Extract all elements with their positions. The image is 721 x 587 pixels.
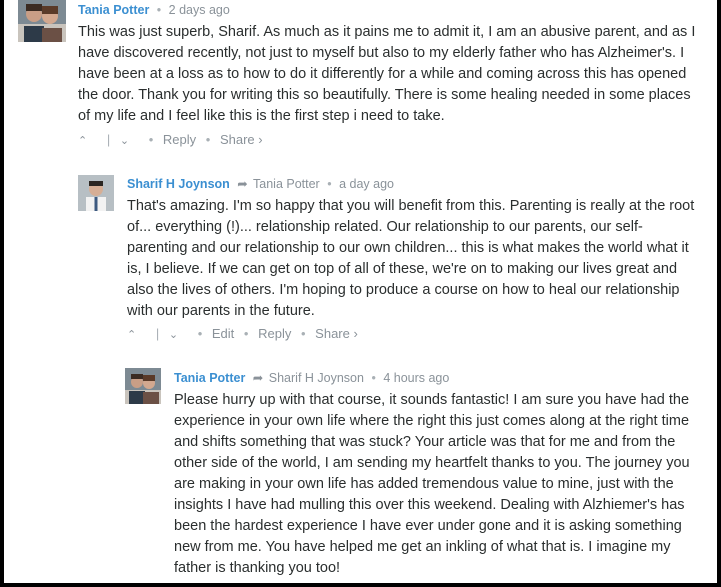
comment-text: That's amazing. I'm so happy that you wi… [127,198,695,319]
reply-arrow-icon: ➦ [237,177,248,191]
reply-to-author[interactable]: Tania Potter [253,177,320,191]
comment-time[interactable]: 2 days ago [169,3,230,17]
comment-actions: ⌃ | ⌄ • Reply • Share › [78,132,263,147]
avatar[interactable] [125,368,161,404]
comment-thread: Tania Potter • 2 days ago This was just … [4,0,717,583]
separator-dot: • [156,3,162,17]
separator-dot: | [106,132,111,147]
avatar[interactable] [78,175,114,211]
edit-button[interactable]: Edit [212,326,234,341]
separator-dot: • [197,326,203,341]
separator-dot: • [205,132,211,147]
comment-author[interactable]: Tania Potter [174,371,245,385]
comment-text: Please hurry up with that course, it sou… [174,392,690,576]
comment-text: This was just superb, Sharif. As much as… [78,24,696,124]
reply-to-author[interactable]: Sharif H Joynson [269,371,364,385]
share-button[interactable]: Share › [315,326,358,341]
comment-meta: Tania Potter • 2 days ago [78,3,230,17]
comment-body: That's amazing. I'm so happy that you wi… [127,196,695,322]
comment-body: This was just superb, Sharif. As much as… [78,22,698,127]
comment-actions: ⌃ | ⌄ • Edit • Reply • Share › [127,326,358,341]
comment-author[interactable]: Sharif H Joynson [127,177,230,191]
chevron-up-icon[interactable]: ⌃ [78,135,87,147]
reply-button[interactable]: Reply [163,132,196,147]
separator-dot: • [327,177,332,191]
chevron-down-icon[interactable]: ⌄ [169,329,178,341]
comment-meta: Tania Potter ➦ Sharif H Joynson • 4 hour… [174,370,449,385]
comment-time[interactable]: a day ago [339,177,394,191]
comment-time[interactable]: 4 hours ago [383,371,449,385]
share-button[interactable]: Share › [220,132,263,147]
comment-meta: Sharif H Joynson ➦ Tania Potter • a day … [127,176,394,191]
chevron-up-icon[interactable]: ⌃ [127,329,136,341]
separator-dot: • [371,371,376,385]
separator-dot: • [148,132,154,147]
comment-author[interactable]: Tania Potter [78,3,149,17]
reply-button[interactable]: Reply [258,326,291,341]
chevron-down-icon[interactable]: ⌄ [120,135,129,147]
comment-body: Please hurry up with that course, it sou… [174,390,696,579]
reply-arrow-icon: ➦ [252,371,264,385]
separator-dot: | [155,326,160,341]
avatar[interactable] [18,0,66,42]
separator-dot: • [300,326,306,341]
separator-dot: • [243,326,249,341]
